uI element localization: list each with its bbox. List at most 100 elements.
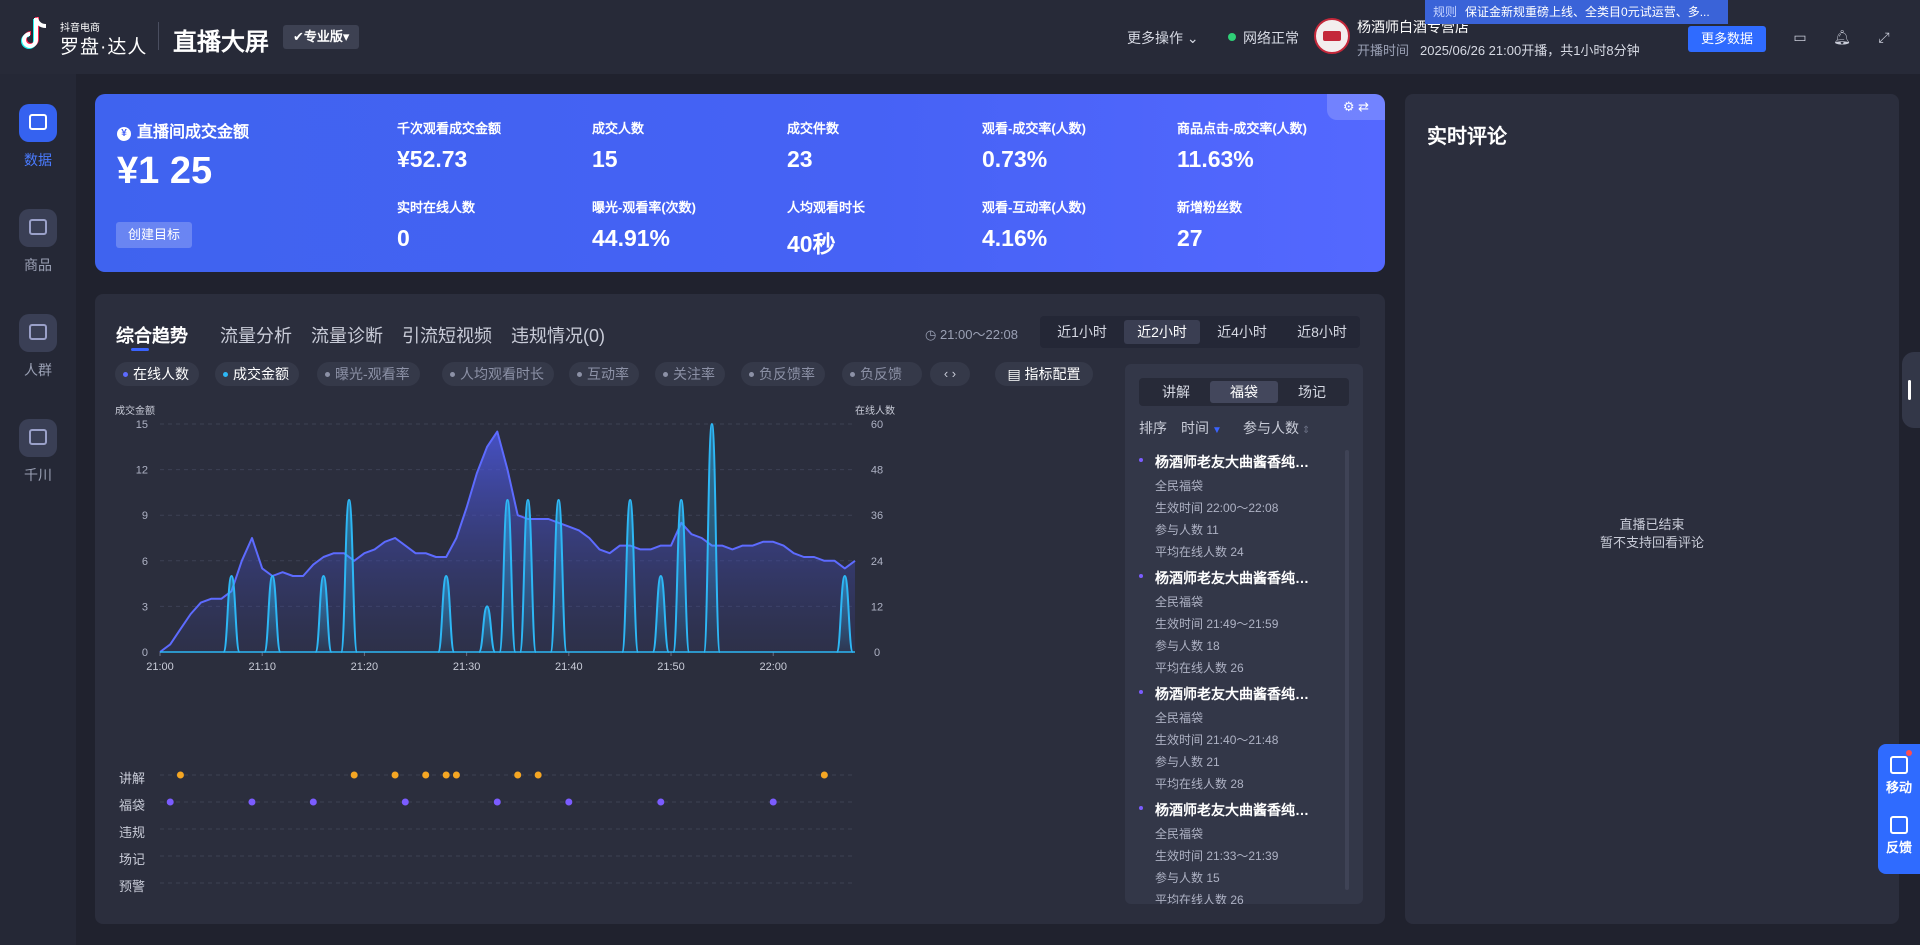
nav-item-qianchuan[interactable]: 千川	[0, 419, 76, 499]
metric-chip-negative-2[interactable]: 负反馈	[842, 362, 922, 386]
luckybag-event-dot	[769, 798, 777, 806]
event-row-violation: 违规	[119, 825, 146, 840]
list-item[interactable]: 杨酒师老友大曲酱香纯粮酒 全民福袋 生效时间 21:40～21:48 参与人数 …	[1139, 684, 1349, 792]
fullscreen-icon[interactable]: ⤢	[1875, 28, 1893, 46]
kpi-settings-icon[interactable]: ⚙ ⇄	[1327, 94, 1385, 120]
comments-empty-hint: 暂不支持回看评论	[1599, 535, 1704, 550]
metric-chip-watch-time[interactable]: 人均观看时长	[442, 362, 554, 386]
nav-item-products[interactable]: 商品	[0, 209, 76, 289]
y-left-tick-label: 9	[142, 510, 148, 522]
side-drawer-handle[interactable]	[1902, 352, 1920, 428]
mobile-icon	[1890, 756, 1908, 774]
period-selector: 近1小时 近2小时 近4小时 近8小时	[1040, 316, 1360, 348]
top-bar: 抖音电商 罗盘·达人 直播大屏 ✔专业版▾ 更多操作 ⌄ 网络正常 杨酒师白酒专…	[0, 0, 1920, 74]
nav-label-qianchuan: 千川	[24, 467, 52, 483]
metric-chip-online[interactable]: 在线人数	[115, 362, 199, 386]
header-divider	[158, 22, 159, 50]
explain-event-dot	[820, 771, 828, 779]
nav-item-audience[interactable]: 人群	[0, 314, 76, 394]
rule-notice-banner[interactable]: 规则 保证金新规重磅上线、全类目0元试运营、多...	[1425, 0, 1728, 24]
period-1h[interactable]: 近1小时	[1044, 320, 1120, 344]
x-tick-label: 21:10	[248, 661, 276, 673]
sort-label: 排序	[1139, 420, 1167, 436]
yen-icon: ¥	[117, 127, 131, 141]
y-right-tick-label: 60	[871, 419, 883, 431]
kpi-gpm: 千次观看成交金额 ¥52.73	[397, 121, 502, 172]
sort-icon: ⇕	[1302, 425, 1311, 436]
list-dot	[1139, 690, 1143, 694]
sort-by-participants[interactable]: 参与人数 ⇕	[1243, 418, 1310, 438]
notice-text: 保证金新规重磅上线、全类目0元试运营、多...	[1465, 5, 1710, 19]
sort-by-time[interactable]: 时间 ▼	[1181, 418, 1222, 438]
comments-panel: 实时评论 直播已结束 暂不支持回看评论	[1405, 94, 1899, 924]
sub-tab-explain[interactable]: 讲解	[1142, 381, 1210, 403]
metric-chip-negative[interactable]: 负反馈率	[741, 362, 825, 386]
tab-traffic-diagnosis[interactable]: 流量诊断	[311, 322, 383, 348]
nav-item-data[interactable]: 数据	[0, 104, 76, 184]
explain-event-dot	[391, 771, 399, 779]
chip-scroll-arrows[interactable]: ‹ ›	[930, 362, 970, 386]
list-item[interactable]: 杨酒师老友大曲酱香纯粮酒 全民福袋 生效时间 22:00～22:08 参与人数 …	[1139, 452, 1349, 560]
y-right-tick-label: 48	[871, 465, 883, 477]
feedback-button[interactable]: 反馈	[1878, 816, 1920, 856]
tab-underline	[131, 348, 149, 351]
x-tick-label: 21:20	[351, 661, 379, 673]
floating-toolbar: 移动 反馈	[1878, 744, 1920, 874]
tab-violations[interactable]: 违规情况(0)	[511, 322, 605, 348]
create-target-button[interactable]: 创建目标	[116, 222, 192, 248]
shopping-cart-icon	[19, 209, 57, 247]
metric-config-button[interactable]: ▤ 指标配置	[995, 362, 1093, 386]
x-tick-label: 21:00	[146, 661, 174, 673]
explain-event-dot	[452, 771, 460, 779]
kpi-exposure-view-rate: 曝光-观看率(次数) 44.91%	[592, 200, 696, 251]
metric-chip-interaction[interactable]: 互动率	[569, 362, 639, 386]
pro-version-dropdown[interactable]: ✔专业版▾	[283, 25, 360, 49]
list-dot	[1139, 806, 1143, 810]
douyin-logo-icon	[21, 17, 47, 49]
y-left-axis-label: 成交金额	[115, 404, 155, 417]
metric-chip-amount[interactable]: 成交金额	[215, 362, 299, 386]
list-item[interactable]: 杨酒师老友大曲酱香纯粮酒 全民福袋 生效时间 21:33～21:39 参与人数 …	[1139, 800, 1349, 904]
gmv-label: ¥ 直播间成交金额	[117, 118, 249, 142]
comments-title: 实时评论	[1427, 126, 1507, 148]
list-item[interactable]: 杨酒师老友大曲酱香纯粮酒 全民福袋 生效时间 21:49～21:59 参与人数 …	[1139, 568, 1349, 676]
trend-chart: 成交金额 在线人数036912150122436486021:00 21:10 21:…	[115, 404, 895, 884]
notice-tag: 规则	[1433, 5, 1458, 19]
event-row-luckybag: 福袋	[119, 798, 146, 813]
sub-tab-record[interactable]: 场记	[1278, 381, 1346, 403]
list-dot	[1139, 458, 1143, 462]
network-status: 网络正常	[1243, 30, 1299, 46]
tab-traffic-analysis[interactable]: 流量分析	[220, 322, 292, 348]
gmv-value: ¥1 25	[117, 150, 213, 192]
nav-label-audience: 人群	[24, 362, 52, 378]
tab-overall-trend[interactable]: 综合趋势	[116, 322, 188, 348]
kpi-online-now: 实时在线人数 0	[397, 200, 476, 251]
time-range: ◷ 21:00～22:08	[925, 327, 1019, 342]
period-2h[interactable]: 近2小时	[1124, 320, 1200, 344]
explain-event-dot	[422, 771, 430, 779]
explain-event-dot	[514, 771, 522, 779]
metric-chip-view-rate[interactable]: 曝光-观看率	[317, 362, 420, 386]
sub-tab-luckybag[interactable]: 福袋	[1210, 381, 1278, 403]
tab-short-video[interactable]: 引流短视频	[402, 322, 492, 348]
live-time-label: 开播时间	[1357, 43, 1410, 58]
monitor-icon[interactable]: ▭	[1791, 28, 1809, 46]
more-data-button[interactable]: 更多数据	[1688, 26, 1766, 52]
move-button[interactable]: 移动	[1878, 756, 1920, 796]
metric-chip-follow[interactable]: 关注率	[655, 362, 725, 386]
page-title: 直播大屏	[173, 29, 269, 56]
period-8h[interactable]: 近8小时	[1284, 320, 1360, 344]
luckybag-event-dot	[565, 798, 573, 806]
network-status-dot	[1228, 33, 1236, 41]
nav-label-data: 数据	[24, 152, 52, 168]
more-operations-dropdown[interactable]: 更多操作 ⌄	[1127, 28, 1199, 48]
y-right-tick-label: 0	[874, 647, 880, 659]
chart-trend-icon	[19, 104, 57, 142]
period-4h[interactable]: 近4小时	[1204, 320, 1280, 344]
luckybag-event-dot	[493, 798, 501, 806]
y-right-axis-label: 在线人数	[855, 404, 895, 417]
y-right-tick-label: 12	[871, 601, 883, 613]
luckybag-event-dot	[401, 798, 409, 806]
bell-icon[interactable]: 🔔︎	[1833, 28, 1851, 46]
list-scrollbar[interactable]	[1345, 450, 1349, 890]
